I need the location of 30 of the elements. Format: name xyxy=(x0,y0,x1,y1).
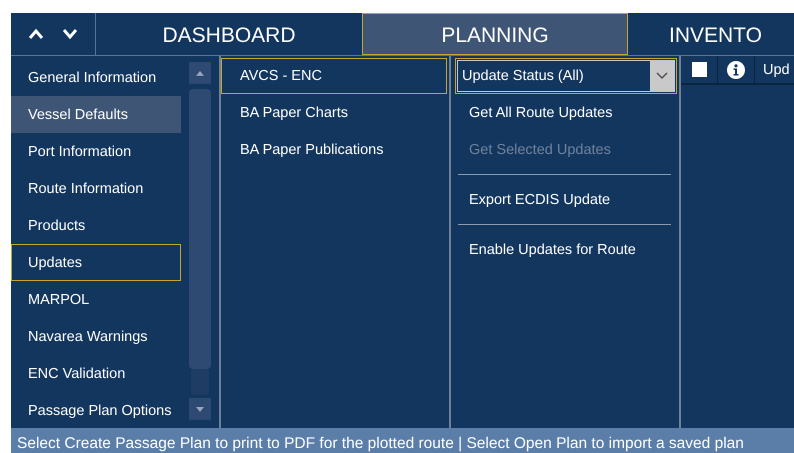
sidebar-item[interactable]: General Information xyxy=(11,59,181,96)
caret-icon xyxy=(656,72,668,80)
info-icon xyxy=(727,60,745,78)
status-bar: Select Create Passage Plan to print to PDF for the plotted route | Select Open Plan to import a saved plan xyxy=(11,428,794,453)
select-all-checkbox[interactable] xyxy=(692,62,706,77)
nav-tab[interactable]: INVENTO xyxy=(628,13,794,55)
sidebar-item[interactable]: Passage Plan Options xyxy=(11,392,181,429)
sidebar-item[interactable]: MARPOL xyxy=(11,281,181,318)
scroll-up-icon[interactable] xyxy=(189,62,211,84)
status-dropdown[interactable]: Update Status (All) xyxy=(457,60,675,92)
scroll-down-icon[interactable] xyxy=(189,398,211,420)
product-item[interactable]: BA Paper Publications xyxy=(221,132,447,168)
sidebar-item[interactable]: Products xyxy=(11,207,181,244)
product-item[interactable]: AVCS - ENC xyxy=(221,58,447,94)
chevron-up-icon[interactable] xyxy=(28,28,44,40)
sidebar-item[interactable]: Port Information xyxy=(11,133,181,170)
sidebar-item[interactable]: Route Information xyxy=(11,170,181,207)
scrollbar-thumb[interactable] xyxy=(189,88,211,370)
nav-tab[interactable]: DASHBOARD xyxy=(96,13,362,55)
action-item[interactable]: Get All Route Updates xyxy=(451,94,679,131)
sidebar-item[interactable]: Navarea Warnings xyxy=(11,318,181,355)
scrollbar-thumb-end xyxy=(191,369,209,396)
sidebar-item[interactable]: Updates xyxy=(11,244,181,281)
sidebar-item[interactable]: Vessel Defaults xyxy=(11,96,181,133)
sidebar-item[interactable]: ENC Validation xyxy=(11,355,181,392)
action-item[interactable]: Enable Updates for Route xyxy=(451,231,679,268)
chevron-down-icon[interactable] xyxy=(62,28,78,40)
product-item[interactable]: BA Paper Charts xyxy=(221,95,447,131)
nav-tab[interactable]: PLANNING xyxy=(362,13,628,55)
action-item[interactable]: Export ECDIS Update xyxy=(451,181,679,218)
